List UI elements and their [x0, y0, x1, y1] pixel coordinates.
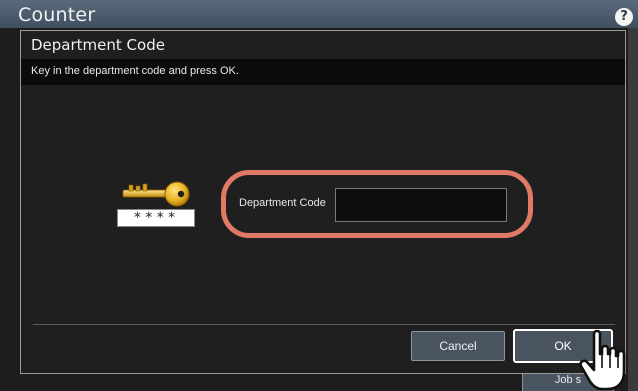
masked-code-display: **** — [117, 209, 195, 227]
pointing-hand-cursor-icon — [579, 329, 626, 391]
background-title: Counter — [18, 4, 96, 26]
message-bar: Key in the department code and press OK. — [21, 59, 625, 85]
department-code-dialog: Department Code Key in the department co… — [20, 30, 626, 374]
dialog-title: Department Code — [31, 36, 165, 54]
question-mark-icon: ? — [620, 9, 628, 24]
department-code-label: Department Code — [239, 197, 326, 209]
screen: Counter ? Job s Department Code Key in t… — [0, 0, 638, 391]
instruction-message: Key in the department code and press OK. — [31, 65, 239, 77]
department-code-input[interactable] — [335, 188, 507, 222]
cancel-button[interactable]: Cancel — [411, 331, 505, 361]
dialog-divider — [33, 324, 615, 325]
help-button[interactable]: ? — [615, 8, 633, 26]
background-header — [0, 0, 638, 28]
